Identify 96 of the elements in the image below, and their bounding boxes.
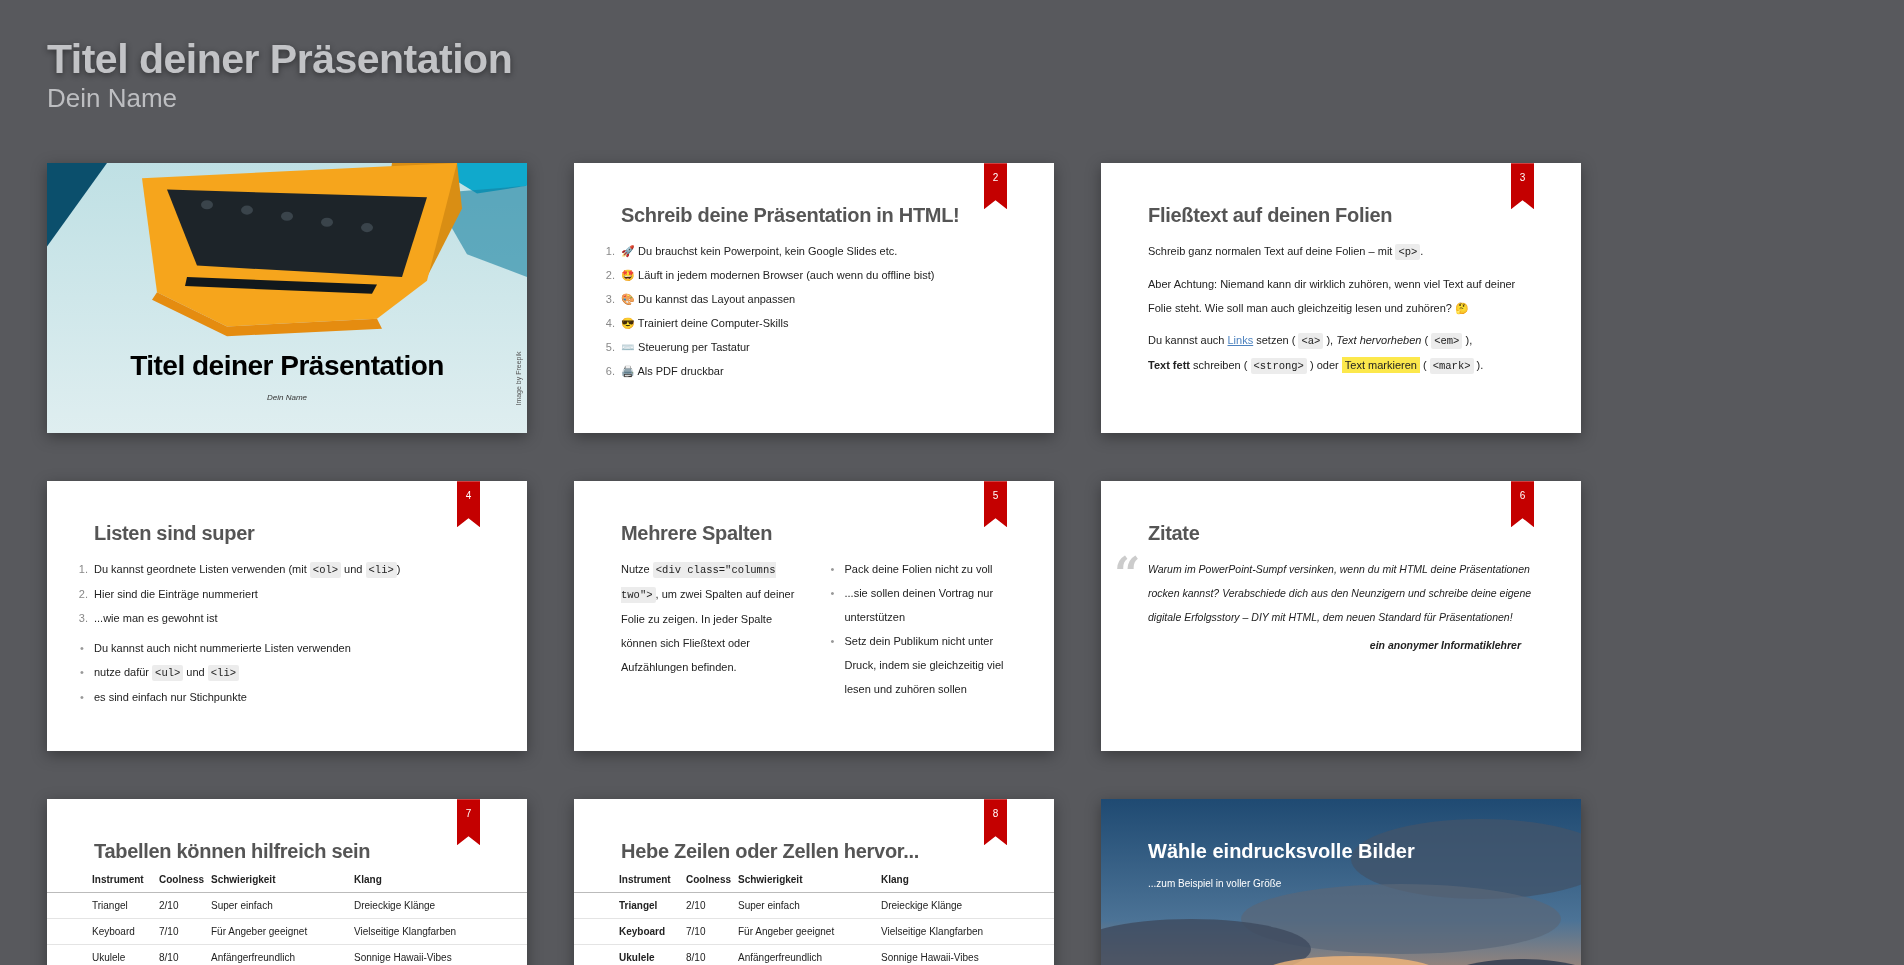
quote: Warum im PowerPoint-Sumpf versinken, wenn du mit HTML deine Präsentationen rocken kannst? Verabschiede dich aus den Neunzigern und schreibe deine eigene digitale Erfolgsstory – DIY mit HTML, dem neuen Standard für Präsentationen! <box>1148 562 1533 626</box>
paragraph: Nutze <div class="columns two"> , um zwei Spalten auf deiner Folie zu zeigen. In jeder Spalte können sich Fließtext oder Aufzählungen befinden. <box>621 561 796 676</box>
table-cell: Keyboard <box>47 918 158 945</box>
presentation-title: Titel deiner Präsentation <box>47 36 513 84</box>
table-cell: 8/10 <box>685 944 737 965</box>
table-cell: Sonnige Hawaii-Vibes <box>353 944 527 965</box>
bullet: • <box>80 641 85 657</box>
list-number: 3. <box>604 292 615 308</box>
slide-card[interactable]: Wähle eindrucksvolle Bilder ...zum Beispiel in voller Größe <box>1101 799 1581 965</box>
slide-title: Fließtext auf deinen Folien <box>1148 203 1394 229</box>
list-item: 🚀 Du brauchst kein Powerpoint, kein Google Slides etc. <box>621 244 898 260</box>
list-item: 🤩 Läuft in jedem modernen Browser (auch wenn du offline bist) <box>621 268 935 284</box>
bullet: • <box>80 665 85 681</box>
paragraph: Aber Achtung: Niemand kann dir wirklich zuhören, wenn viel Text auf deiner Folie steht. Wie soll man auch gleichzeitig lesen und zuhören? 🤔 <box>1148 277 1517 317</box>
slide-subtitle: Dein Name <box>267 393 307 404</box>
table-header-cell: Coolness <box>158 867 210 893</box>
list-number: 2. <box>77 587 88 603</box>
slide-card[interactable] <box>1101 163 1581 434</box>
slide-title: Wähle eindrucksvolle Bilder <box>1148 839 1415 865</box>
slide-title: Mehrere Spalten <box>621 521 774 547</box>
slide-title: Tabellen können hilfreich sein <box>94 839 372 865</box>
table-cell: Für Angeber geeignet <box>210 918 353 945</box>
link[interactable]: Links <box>1227 334 1254 347</box>
bullet: • <box>830 634 836 650</box>
table-header-cell: Instrument <box>47 867 158 893</box>
list-item: 🖨 Als PDF druckbar <box>621 364 724 380</box>
slide-card[interactable] <box>1101 481 1581 752</box>
table-cell: Sonnige Hawaii-Vibes <box>880 944 1054 965</box>
list-item: Hier sind die Einträge nummeriert <box>94 587 258 603</box>
paragraph: Du kannst auch Links setzen ( <a> ), Text hervorheben ( <em> ), Text fett schreiben ( <strong> ) oder Text markieren ( <mark> ). <box>1148 332 1485 377</box>
list-number: 2. <box>604 268 615 284</box>
table-cell: Für Angeber geeignet <box>737 918 880 945</box>
list-item: nutze dafür <ul> und <li> <box>94 660 239 686</box>
slide-title: Titel deiner Präsentation <box>130 349 444 384</box>
table-cell: Anfängerfreundlich <box>737 944 880 965</box>
table-cell: Super einfach <box>210 892 353 919</box>
table-cell: 7/10 <box>685 918 737 945</box>
list-item: 😎 Trainiert deine Computer-Skills <box>621 316 789 332</box>
slide-number: 4 <box>457 481 480 528</box>
table-cell: Ukulele <box>574 944 685 965</box>
list-number: 5. <box>604 340 615 356</box>
list-item: Du kannst auch nicht nummerierte Listen verwenden <box>94 641 351 657</box>
table-cell: Anfängerfreundlich <box>210 944 353 965</box>
list-number: 6. <box>604 364 615 380</box>
table-cell: 2/10 <box>158 892 210 919</box>
slide-title: Hebe Zeilen oder Zellen hervor... <box>621 839 920 865</box>
table-cell: Triangel <box>47 892 158 919</box>
table-header-cell: Klang <box>353 867 527 893</box>
table-cell: Ukulele <box>47 944 158 965</box>
table-cell: Super einfach <box>737 892 880 919</box>
slide-card[interactable] <box>574 163 1054 434</box>
table-header-cell: Instrument <box>574 867 685 893</box>
slide-title: Schreib deine Präsentation in HTML! <box>621 203 961 229</box>
table-header-cell: Schwierigkeit <box>210 867 353 893</box>
slide-number: 5 <box>984 481 1007 528</box>
table-cell: 2/10 <box>685 892 737 919</box>
list-item: es sind einfach nur Stichpunkte <box>94 690 247 706</box>
table-cell: Keyboard <box>574 918 685 945</box>
slide-number: 7 <box>457 799 480 846</box>
slide-title: Listen sind super <box>94 521 256 547</box>
slide-card[interactable] <box>574 481 1054 752</box>
quote-author: ein anonymer Informatiklehrer <box>1368 638 1523 654</box>
table-header-cell: Klang <box>880 867 1054 893</box>
bullet: • <box>830 586 836 602</box>
slide-number: 8 <box>984 799 1007 846</box>
list-number: 3. <box>77 611 88 627</box>
table-cell: Vielseitige Klangfarben <box>353 918 527 945</box>
list-item: Pack deine Folien nicht zu voll <box>844 562 993 578</box>
table-header-cell: Coolness <box>685 867 737 893</box>
list-number: 4. <box>604 316 615 332</box>
table-cell: Vielseitige Klangfarben <box>880 918 1054 945</box>
list-number: 1. <box>77 562 88 578</box>
list-item: ...sie sollen deinen Vortrag nur unterstützen <box>844 586 995 626</box>
table-header-cell: Schwierigkeit <box>737 867 880 893</box>
presentation-author: Dein Name <box>47 83 178 115</box>
list-item: 🎨 Du kannst das Layout anpassen <box>621 292 796 308</box>
slide-card[interactable] <box>47 481 527 752</box>
table-cell: Dreieckige Klänge <box>353 892 527 919</box>
list-item: Du kannst geordnete Listen verwenden (mit <ol> und <li> ) <box>94 561 401 581</box>
bullet: • <box>830 562 836 578</box>
slide-number: 6 <box>1511 481 1534 528</box>
slide-number: 3 <box>1511 163 1534 210</box>
paragraph: Schreib ganz normalen Text auf deine Folien – mit <p> . <box>1148 243 1425 263</box>
table-cell: 7/10 <box>158 918 210 945</box>
table-cell: 8/10 <box>158 944 210 965</box>
list-item: Setz dein Publikum nicht unter Druck, indem sie gleichzeitig viel lesen und zuhören sollen <box>844 634 1005 698</box>
table-cell: Dreieckige Klänge <box>880 892 1054 919</box>
slide-subtitle: ...zum Beispiel in voller Größe <box>1148 877 1282 892</box>
bullet: • <box>80 690 85 706</box>
list-item: ⌨ Steuerung per Tastatur <box>621 340 750 356</box>
slide-number: 2 <box>984 163 1007 210</box>
list-item: ...wie man es gewohnt ist <box>94 611 218 627</box>
list-number: 1. <box>604 244 615 260</box>
slide-title: Zitate <box>1148 521 1201 547</box>
table-cell: Triangel <box>574 892 685 919</box>
quote-mark: “ <box>1114 551 1141 598</box>
